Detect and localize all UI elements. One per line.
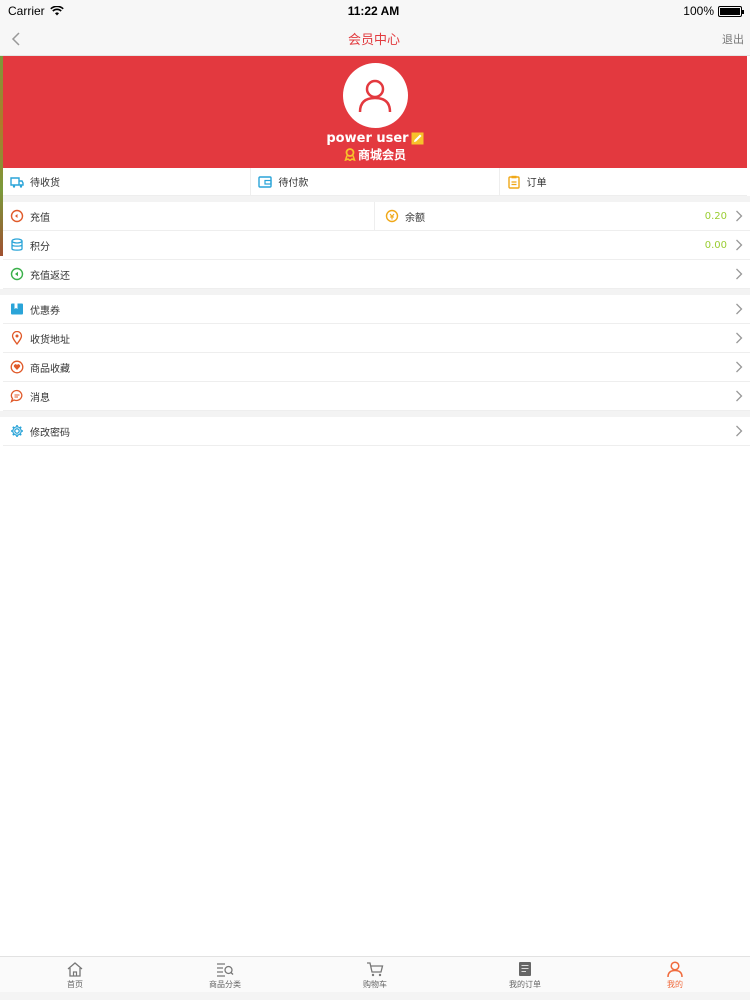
page: Carrier 11:22 AM 100% 会员中心 退出 power user <box>0 0 750 1000</box>
order-pending-receipt[interactable]: 待收货 <box>3 168 252 195</box>
order-pending-payment[interactable]: 待付款 <box>251 168 500 195</box>
balance-label: 余额 <box>405 212 425 224</box>
orders-icon <box>515 960 535 978</box>
user-icon <box>665 960 685 978</box>
chevron-right-icon <box>735 390 743 402</box>
edit-icon[interactable] <box>411 132 424 145</box>
messages-item[interactable]: 消息 <box>3 382 750 411</box>
coupon-icon <box>10 302 24 316</box>
gear-icon <box>10 424 24 438</box>
recharge-icon <box>10 209 24 223</box>
balance-value: 0.20 <box>704 210 727 222</box>
address-label: 收货地址 <box>30 334 70 346</box>
points-label: 积分 <box>30 241 50 253</box>
username: power user <box>326 131 409 146</box>
order-label: 待付款 <box>278 178 309 189</box>
profile-banner: power user 商城会员 <box>3 56 747 168</box>
logout-button[interactable]: 退出 <box>722 31 744 47</box>
location-icon <box>10 331 24 345</box>
avatar[interactable] <box>342 63 408 128</box>
carrier-label: Carrier <box>8 4 45 18</box>
favorites-item[interactable]: 商品收藏 <box>3 353 750 382</box>
tab-label: 首页 <box>67 979 83 989</box>
home-icon <box>65 960 85 978</box>
change-password-item[interactable]: 修改密码 <box>3 417 750 446</box>
tab-label: 我的订单 <box>509 979 541 989</box>
order-all[interactable]: 订单 <box>500 168 747 195</box>
tab-label: 购物车 <box>363 979 387 989</box>
member-badge-icon <box>344 148 356 161</box>
message-icon <box>10 389 24 403</box>
chevron-left-icon <box>11 31 20 46</box>
tab-category[interactable]: 商品分类 <box>150 957 300 992</box>
truck-icon <box>10 175 24 189</box>
recharge-item[interactable]: 充值 <box>3 202 375 230</box>
order-label: 订单 <box>526 178 547 189</box>
member-level-label: 商城会员 <box>357 148 406 162</box>
tab-label: 我的 <box>667 979 683 989</box>
bottom-edge <box>0 992 750 1000</box>
chevron-right-icon <box>735 268 743 280</box>
refund-item[interactable]: 充值返还 <box>3 260 750 289</box>
balance-item[interactable]: 余额 0.20 <box>375 202 750 230</box>
coupon-item[interactable]: 优惠券 <box>3 295 750 324</box>
coin-icon <box>385 209 399 223</box>
chevron-right-icon <box>735 361 743 373</box>
wifi-icon <box>49 6 64 16</box>
order-status-row: 待收货 待付款 订单 <box>3 168 747 196</box>
favorites-label: 商品收藏 <box>30 363 70 375</box>
cart-icon <box>365 960 385 978</box>
edge-decoration <box>0 56 3 256</box>
tab-my-orders[interactable]: 我的订单 <box>450 957 600 992</box>
back-button[interactable] <box>6 29 26 49</box>
finance-row: 充值 余额 0.20 <box>3 202 750 231</box>
battery-icon <box>718 5 744 17</box>
refund-icon <box>10 267 24 281</box>
chevron-right-icon <box>735 303 743 315</box>
user-avatar-icon <box>358 79 392 112</box>
chevron-right-icon <box>735 210 743 222</box>
coupon-label: 优惠券 <box>30 305 60 317</box>
points-item[interactable]: 积分 0.00 <box>3 231 750 260</box>
page-title: 会员中心 <box>347 33 400 48</box>
status-bar: Carrier 11:22 AM 100% <box>0 0 750 22</box>
wallet-icon <box>258 175 273 189</box>
nav-header: 会员中心 退出 <box>0 22 750 56</box>
address-item[interactable]: 收货地址 <box>3 324 750 353</box>
category-icon <box>215 960 235 978</box>
bottom-tab-bar: 首页 商品分类 购物车 我的订单 我的 <box>0 956 750 992</box>
tab-me[interactable]: 我的 <box>600 957 750 992</box>
username-row: power user <box>326 131 424 146</box>
chevron-right-icon <box>735 239 743 251</box>
chevron-right-icon <box>735 425 743 437</box>
chevron-right-icon <box>735 332 743 344</box>
clipboard-icon <box>507 175 521 189</box>
member-level: 商城会员 <box>344 146 406 163</box>
heart-icon <box>10 360 24 374</box>
messages-label: 消息 <box>30 392 50 404</box>
tab-cart[interactable]: 购物车 <box>300 957 450 992</box>
tab-home[interactable]: 首页 <box>0 957 150 992</box>
refund-label: 充值返还 <box>30 270 70 282</box>
battery-percent: 100% <box>683 4 714 18</box>
tab-label: 商品分类 <box>209 979 241 989</box>
order-label: 待收货 <box>30 178 60 189</box>
change-password-label: 修改密码 <box>30 427 70 439</box>
points-value: 0.00 <box>704 239 727 251</box>
recharge-label: 充值 <box>30 212 50 224</box>
clock: 11:22 AM <box>347 4 400 18</box>
database-icon <box>10 238 24 252</box>
